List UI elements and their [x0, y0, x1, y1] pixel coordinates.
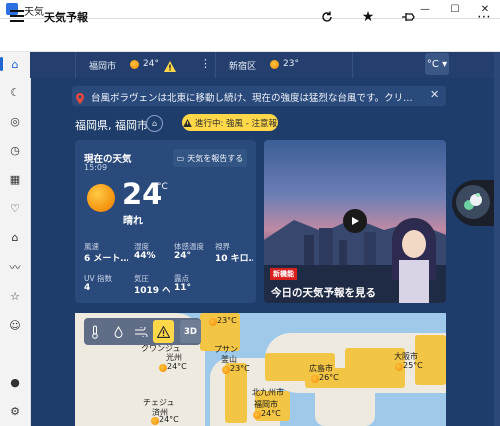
dark-mode-moon-icon[interactable]: [439, 6, 461, 28]
map-city-temp: 25°C: [403, 361, 423, 370]
temperature-unit-dropdown[interactable]: °C ▾: [425, 53, 449, 75]
map-city-temp: 24°C: [261, 409, 281, 418]
weather-assistant-icon[interactable]: [456, 185, 490, 219]
map-city-temp: 24°C: [159, 415, 179, 424]
nav-life-index-icon[interactable]: ⌂: [6, 228, 24, 246]
sunny-icon: [159, 364, 167, 372]
warning-icon: [164, 57, 176, 76]
sunny-icon: [209, 318, 217, 326]
metric-value: 44%: [134, 251, 156, 261]
sunny-icon: [87, 184, 115, 212]
set-home-icon[interactable]: ⌂: [146, 115, 163, 132]
location-title: 福岡県, 福岡市: [75, 119, 148, 132]
nav-emoji-icon[interactable]: ☺: [6, 316, 24, 334]
wind-layer-icon[interactable]: [131, 321, 151, 342]
temperature-layer-icon[interactable]: [85, 321, 105, 342]
map-city-temp: 24°C: [167, 362, 187, 371]
report-weather-button[interactable]: ▭ 天気を報告する: [173, 149, 247, 167]
alert-text[interactable]: 台風ボラヴェンは北東に移動し続け、現在の強度は猛烈な台風です。クリ…: [91, 90, 421, 104]
divider: [352, 52, 353, 78]
report-weather-label: 天気を報告する: [187, 153, 244, 163]
chat-bubble-icon: ▭: [176, 153, 185, 163]
pin-icon[interactable]: [398, 6, 420, 28]
temperature-unit: °C: [157, 182, 168, 192]
map-city-name: 北九州市: [252, 388, 284, 397]
sunny-icon: [222, 366, 230, 374]
map-city-temp: 23°C: [230, 364, 250, 373]
nav-historical-icon[interactable]: 〰: [6, 258, 24, 276]
metric-value: 1019 へ…: [134, 286, 170, 296]
sunny-icon: [270, 60, 279, 69]
map-land: [315, 383, 375, 426]
scrollbar[interactable]: [494, 52, 500, 426]
location-chip-name[interactable]: 福岡市: [89, 59, 116, 72]
refresh-icon[interactable]: [316, 6, 338, 28]
close-alert-icon[interactable]: ✕: [430, 88, 439, 101]
location-more-icon[interactable]: ⋮: [200, 57, 211, 70]
metric-value: 10 キロ…: [215, 254, 253, 264]
nav-forecast-icon[interactable]: ☾: [6, 83, 24, 101]
play-video-icon[interactable]: [343, 209, 367, 233]
video-caption[interactable]: 今日の天気予報を見る: [271, 285, 376, 300]
new-feature-badge: 新機能: [270, 268, 297, 280]
sunny-icon: [395, 363, 403, 371]
nav-favorites-icon[interactable]: ☆: [6, 287, 24, 305]
location-chip-temp: 24°: [143, 59, 159, 69]
nav-account-icon[interactable]: ●: [6, 373, 24, 391]
metric-value: 6 メート…: [84, 254, 128, 264]
nav-selection-indicator: [0, 57, 3, 71]
current-time: 15:09: [84, 163, 108, 172]
weather-warning-pill[interactable]: 進行中: 強風 - 注意報: [182, 114, 278, 131]
location-chip-name[interactable]: 新宿区: [229, 59, 256, 72]
more-options-icon[interactable]: ⋯: [473, 6, 495, 28]
metric-value: 4: [84, 283, 91, 293]
map-city-temp: 26°C: [319, 373, 339, 382]
location-chip-temp: 23°: [283, 59, 299, 69]
precipitation-layer-icon[interactable]: [108, 321, 128, 342]
nav-home-icon[interactable]: ⌂: [6, 55, 24, 73]
nav-hourly-icon[interactable]: ◷: [6, 141, 24, 159]
3d-view-button[interactable]: 3D: [180, 320, 201, 343]
warning-icon: [183, 118, 192, 127]
location-pin-icon: [76, 89, 84, 104]
hamburger-menu-icon[interactable]: [10, 10, 24, 22]
warning-pill-text: 進行中: 強風 - 注意報: [194, 118, 278, 129]
map-city-temp: 23°C: [217, 316, 237, 325]
divider: [215, 52, 216, 78]
nav-air-quality-icon[interactable]: ♡: [6, 199, 24, 217]
map-warning-area: [415, 335, 446, 385]
app-name: 天気予報: [44, 11, 88, 24]
sunny-icon: [151, 417, 159, 425]
weather-condition: 晴れ: [123, 216, 143, 227]
window-title: 天気: [24, 7, 44, 18]
sunny-icon: [130, 60, 139, 69]
favorite-star-icon[interactable]: ★: [357, 6, 379, 28]
nav-monthly-calendar-icon[interactable]: ▦: [6, 170, 24, 188]
sunny-icon: [253, 411, 261, 419]
sunny-icon: [311, 375, 319, 383]
divider: [75, 52, 76, 78]
nav-settings-icon[interactable]: ⚙: [6, 402, 24, 420]
nav-maps-icon[interactable]: ◎: [6, 112, 24, 130]
metric-value: 24°: [174, 251, 192, 261]
warning-layer-icon[interactable]: [153, 321, 173, 342]
metric-value: 11°: [174, 283, 192, 293]
